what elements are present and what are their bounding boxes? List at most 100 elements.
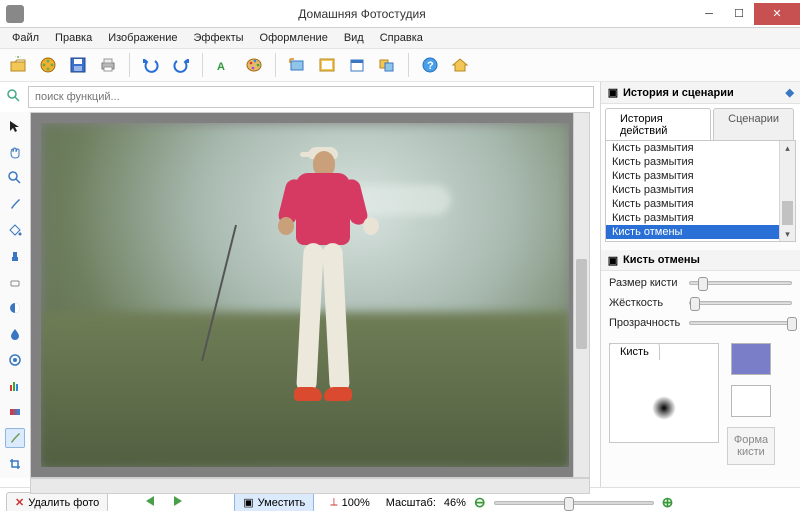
actual-size-label: 100% <box>342 497 370 509</box>
blur-tool[interactable] <box>5 324 25 344</box>
brush-tool[interactable] <box>5 194 25 214</box>
brush-shape-button[interactable]: Форма кисти <box>727 427 775 465</box>
levels-tool[interactable] <box>5 376 25 396</box>
tools-sidebar <box>0 112 30 478</box>
fit-label: Уместить <box>258 497 306 509</box>
frame-button[interactable] <box>315 53 339 77</box>
gradient-tool[interactable] <box>5 402 25 422</box>
hardness-slider[interactable] <box>689 301 792 305</box>
history-item[interactable]: Кисть размытия <box>606 155 795 169</box>
stamp-tool[interactable] <box>5 246 25 266</box>
fit-icon: ▣ <box>243 496 253 509</box>
opacity-label: Прозрачность <box>609 317 683 329</box>
svg-text:A: A <box>217 61 225 73</box>
tool-options-header[interactable]: ▣ Кисть отмены <box>601 250 800 271</box>
sharpen-tool[interactable] <box>5 350 25 370</box>
zoom-out-button[interactable]: ⊖ <box>474 494 486 511</box>
zoom-value: 46% <box>444 497 466 509</box>
main-toolbar: A ? <box>0 48 800 82</box>
photo-figure <box>263 151 390 440</box>
side-panel: ▣ История и сценарии ◆ История действий … <box>600 82 800 487</box>
undo-brush-tool[interactable] <box>5 428 25 448</box>
eraser-tool[interactable] <box>5 272 25 292</box>
zoom-slider[interactable] <box>494 501 654 505</box>
hand-tool[interactable] <box>5 142 25 162</box>
minimize-button[interactable]: ─ <box>694 3 724 25</box>
film-button[interactable] <box>36 53 60 77</box>
brush-dot-icon <box>652 396 676 420</box>
redo-button[interactable] <box>169 53 193 77</box>
history-item[interactable]: Кисть размытия <box>606 141 795 155</box>
search-input[interactable] <box>28 86 594 108</box>
opacity-slider[interactable] <box>689 321 792 325</box>
menu-edit[interactable]: Правка <box>47 30 100 46</box>
brush-size-slider[interactable] <box>689 281 792 285</box>
undo-button[interactable] <box>139 53 163 77</box>
toolbar-separator <box>129 53 130 77</box>
zoom-tool[interactable] <box>5 168 25 188</box>
contrast-tool[interactable] <box>5 298 25 318</box>
history-list[interactable]: Кисть размытия Кисть размытия Кисть разм… <box>605 140 796 242</box>
pointer-tool[interactable] <box>5 116 25 136</box>
menu-file[interactable]: Файл <box>4 30 47 46</box>
brush-size-label: Размер кисти <box>609 277 683 289</box>
maximize-button[interactable]: ☐ <box>724 3 754 25</box>
hardness-label: Жёсткость <box>609 297 683 309</box>
prev-button[interactable] <box>144 494 162 511</box>
menu-help[interactable]: Справка <box>372 30 431 46</box>
text-button[interactable]: A <box>212 53 236 77</box>
fit-button[interactable]: ▣ Уместить <box>234 492 314 511</box>
actual-size-button[interactable]: ⟂ 100% <box>322 493 377 511</box>
menu-decor[interactable]: Оформление <box>252 30 336 46</box>
history-scrollbar[interactable]: ▴ ▾ <box>779 141 795 241</box>
delete-photo-label: Удалить фото <box>28 497 99 509</box>
app-icon <box>6 5 24 23</box>
next-button[interactable] <box>170 494 188 511</box>
brush-tab-label[interactable]: Кисть <box>609 343 660 360</box>
delete-icon: ✕ <box>15 496 24 509</box>
menu-effects[interactable]: Эффекты <box>186 30 252 46</box>
primary-color-swatch[interactable] <box>731 343 771 375</box>
zoom-label: Масштаб: <box>386 497 436 509</box>
save-button[interactable] <box>66 53 90 77</box>
tab-history[interactable]: История действий <box>605 108 711 141</box>
history-panel-header[interactable]: ▣ История и сценарии ◆ <box>601 82 800 104</box>
history-item[interactable]: Кисть размытия <box>606 183 795 197</box>
history-item-selected[interactable]: Кисть отмены <box>606 225 795 239</box>
delete-photo-button[interactable]: ✕ Удалить фото <box>6 492 108 511</box>
scroll-up-icon[interactable]: ▴ <box>780 141 795 155</box>
open-file-button[interactable] <box>6 53 30 77</box>
scroll-down-icon[interactable]: ▾ <box>780 227 795 241</box>
history-item[interactable]: Кисть размытия <box>606 211 795 225</box>
calendar-button[interactable] <box>345 53 369 77</box>
history-item[interactable]: Кисть размытия <box>606 169 795 183</box>
panel-collapse-icon[interactable]: ◆ <box>786 86 794 99</box>
secondary-color-swatch[interactable] <box>731 385 771 417</box>
crop-tool[interactable] <box>5 454 25 474</box>
collage-button[interactable] <box>375 53 399 77</box>
menu-image[interactable]: Изображение <box>100 30 185 46</box>
history-item[interactable]: Кисть размытия <box>606 197 795 211</box>
window-title: Домашняя Фотостудия <box>30 7 694 21</box>
toolbar-separator <box>408 53 409 77</box>
tab-scenarios[interactable]: Сценарии <box>713 108 794 141</box>
canvas-horizontal-scrollbar[interactable] <box>30 478 590 494</box>
close-button[interactable]: ✕ <box>754 3 800 25</box>
menubar: Файл Правка Изображение Эффекты Оформлен… <box>0 28 800 48</box>
collapse-icon: ▣ <box>607 87 619 99</box>
menu-view[interactable]: Вид <box>336 30 372 46</box>
palette-button[interactable] <box>242 53 266 77</box>
history-panel-title: История и сценарии <box>623 87 734 99</box>
home-button[interactable] <box>448 53 472 77</box>
titlebar: Домашняя Фотостудия ─ ☐ ✕ <box>0 0 800 28</box>
print-button[interactable] <box>96 53 120 77</box>
canvas-vertical-scrollbar[interactable] <box>573 113 589 477</box>
svg-text:?: ? <box>427 60 434 72</box>
canvas[interactable] <box>30 112 590 478</box>
collapse-icon: ▣ <box>607 254 619 266</box>
zoom-in-button[interactable]: ⊕ <box>662 494 674 511</box>
search-icon <box>6 88 22 107</box>
help-button[interactable]: ? <box>418 53 442 77</box>
resize-button[interactable] <box>285 53 309 77</box>
fill-tool[interactable] <box>5 220 25 240</box>
